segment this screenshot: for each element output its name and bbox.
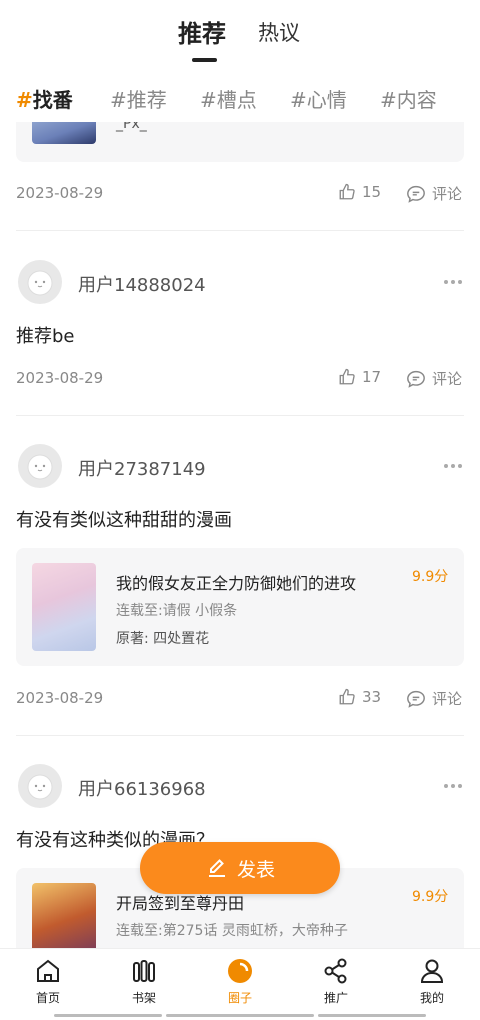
circle-icon: [228, 959, 252, 983]
like-count: 15: [362, 183, 382, 201]
comment-label: 评论: [432, 185, 463, 203]
filter-recommend[interactable]: #推荐: [110, 84, 167, 113]
book-cover: [32, 883, 96, 948]
tab-recommend[interactable]: 推荐: [178, 14, 226, 49]
filter-complaints[interactable]: #槽点: [200, 84, 257, 113]
default-avatar-icon: [27, 774, 53, 800]
system-gesture-bar: [0, 1014, 480, 1017]
like-button[interactable]: 17: [338, 368, 381, 386]
publish-button[interactable]: 发表: [140, 842, 340, 894]
topic-filter-bar: #找番 #推荐 #槽点 #心情 #内容: [0, 80, 480, 116]
thumbs-up-icon: [339, 688, 355, 705]
book-card[interactable]: 我的假女友正全力防御她们的进攻 9.9分 连载至:请假 小假条 原著: 四处置花: [16, 548, 464, 666]
book-author: 原著: 四处置花: [116, 631, 210, 647]
edit-pen-icon: [208, 859, 225, 877]
filter-find-anime[interactable]: #找番: [16, 84, 73, 113]
more-options-icon[interactable]: [444, 464, 462, 468]
post-text[interactable]: 有没有类似这种甜甜的漫画: [16, 506, 232, 532]
nav-home[interactable]: 首页: [0, 957, 96, 1006]
post-date: 2023-08-29: [16, 369, 104, 387]
comment-icon: [407, 370, 425, 388]
bottom-navigation: 首页 书架 圈子 推广 我的: [0, 948, 480, 1020]
like-button[interactable]: 33: [338, 688, 381, 706]
nav-label: 首页: [35, 991, 60, 1005]
book-serial-status: 连载至:第275话 灵雨虹桥，大帝种子: [116, 923, 348, 939]
book-card[interactable]: _Px_: [16, 122, 464, 162]
book-serial-status: 连载至:请假 小假条: [116, 603, 238, 619]
filter-content[interactable]: #内容: [380, 84, 437, 113]
post-text[interactable]: 推荐be: [16, 322, 75, 348]
comment-button[interactable]: 评论: [406, 368, 462, 389]
avatar[interactable]: [18, 260, 62, 304]
publish-label: 发表: [236, 858, 275, 881]
book-title: 我的假女友正全力防御她们的进攻: [116, 574, 357, 593]
like-count: 17: [362, 368, 382, 386]
post-divider: [16, 415, 464, 416]
comment-button[interactable]: 评论: [406, 688, 462, 709]
more-options-icon[interactable]: [444, 280, 462, 284]
top-tabs: 推荐 热议: [0, 0, 480, 70]
post-feed[interactable]: _Px_ 2023-08-29 15 评论 用户14888024 推荐be 20…: [0, 122, 480, 948]
like-button[interactable]: 15: [338, 183, 381, 201]
default-avatar-icon: [27, 270, 53, 296]
more-options-icon[interactable]: [444, 784, 462, 788]
active-tab-indicator: [192, 58, 217, 62]
post-date: 2023-08-29: [16, 184, 104, 202]
tab-hot-discussion[interactable]: 热议: [258, 17, 300, 47]
nav-label: 圈子: [227, 991, 252, 1005]
nav-label: 书架: [131, 991, 156, 1005]
book-card-text: _Px_: [116, 122, 147, 132]
username[interactable]: 用户27387149: [78, 455, 206, 481]
nav-label: 推广: [323, 991, 348, 1005]
avatar[interactable]: [18, 444, 62, 488]
profile-icon: [420, 959, 444, 983]
comment-label: 评论: [432, 690, 463, 708]
username[interactable]: 用户14888024: [78, 271, 206, 297]
share-icon: [324, 958, 347, 984]
book-score: 9.9分: [412, 569, 449, 585]
book-cover: [32, 563, 96, 651]
avatar[interactable]: [18, 764, 62, 808]
bookshelf-icon: [133, 960, 155, 982]
book-cover: [32, 122, 96, 144]
username[interactable]: 用户66136968: [78, 775, 206, 801]
default-avatar-icon: [27, 454, 53, 480]
thumbs-up-icon: [339, 183, 355, 200]
nav-circle[interactable]: 圈子: [192, 957, 288, 1006]
home-icon: [37, 959, 59, 982]
comment-icon: [407, 690, 425, 708]
post-divider: [16, 735, 464, 736]
post-date: 2023-08-29: [16, 689, 104, 707]
thumbs-up-icon: [339, 368, 355, 385]
book-score: 9.9分: [412, 889, 449, 905]
nav-profile[interactable]: 我的: [384, 957, 480, 1006]
comment-button[interactable]: 评论: [406, 183, 462, 204]
nav-bookshelf[interactable]: 书架: [96, 957, 192, 1006]
nav-promote[interactable]: 推广: [288, 957, 384, 1006]
post-divider: [16, 230, 464, 231]
nav-label: 我的: [419, 991, 444, 1005]
filter-mood[interactable]: #心情: [290, 84, 347, 113]
like-count: 33: [362, 688, 382, 706]
comment-label: 评论: [432, 370, 463, 388]
comment-icon: [407, 185, 425, 203]
